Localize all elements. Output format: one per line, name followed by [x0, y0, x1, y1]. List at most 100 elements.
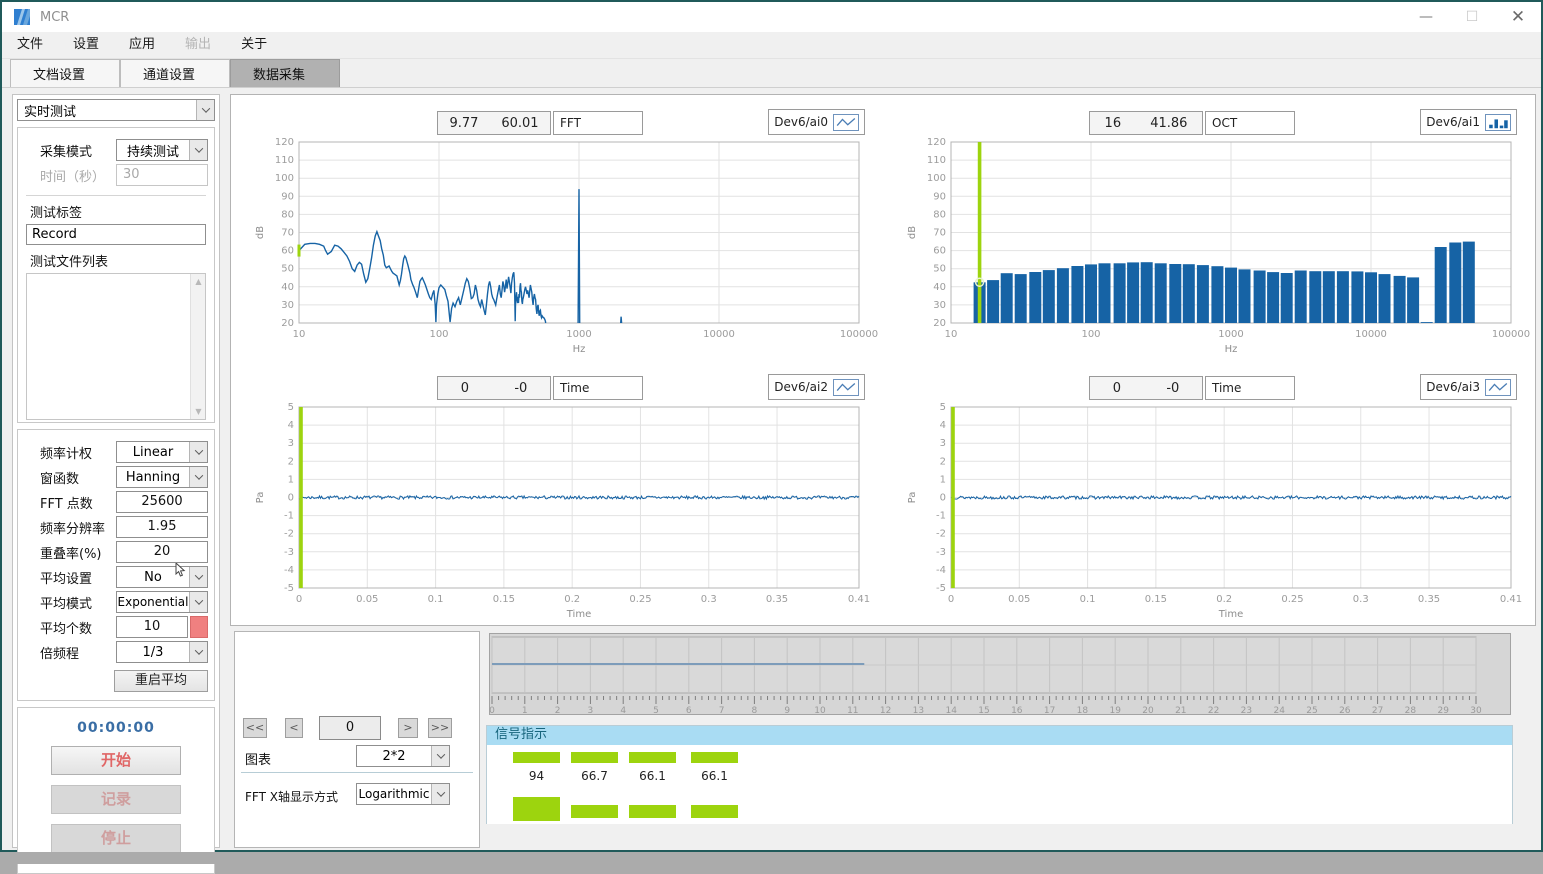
acq-mode-select[interactable]: 持续测试 — [116, 139, 208, 161]
chevron-down-icon[interactable] — [196, 100, 214, 120]
svg-text:0.15: 0.15 — [1145, 594, 1167, 605]
fft-cursor-readout: 9.77 60.01 — [437, 111, 551, 135]
chevron-down-icon[interactable] — [189, 642, 207, 662]
svg-text:100000: 100000 — [1492, 329, 1530, 340]
fft-plot[interactable]: 2030405060708090100110120101001000100001… — [231, 137, 883, 359]
svg-text:Pa: Pa — [907, 492, 918, 504]
page-next-button[interactable]: > — [398, 718, 418, 738]
window-function-select[interactable]: Hanning — [116, 466, 208, 488]
svg-text:16: 16 — [1011, 706, 1023, 716]
timeline-plot: 0123456789101112131415161718192021222324… — [490, 634, 1510, 714]
time3-plot[interactable]: -5-4-3-2-101234500.050.10.150.20.250.30.… — [883, 402, 1535, 624]
fft-chart-type-box[interactable]: FFT — [553, 111, 643, 135]
time2-plot[interactable]: -5-4-3-2-101234500.050.10.150.20.250.30.… — [231, 402, 883, 624]
svg-text:0: 0 — [948, 594, 954, 605]
menu-item-application[interactable]: 应用 — [114, 32, 170, 58]
time2-chart-type-box[interactable]: Time — [553, 376, 643, 400]
chart-layout-select[interactable]: 2*2 — [356, 745, 450, 767]
page-first-button[interactable]: << — [243, 718, 267, 738]
signal-activity-bar — [571, 805, 618, 818]
fft-points-input[interactable]: 25600 — [116, 491, 208, 513]
menu-item-file[interactable]: 文件 — [2, 32, 58, 58]
svg-text:14: 14 — [945, 706, 957, 716]
svg-text:2: 2 — [555, 706, 561, 716]
tab-data-acquisition[interactable]: 数据采集 — [230, 59, 340, 87]
test-mode-select[interactable]: 实时测试 — [17, 99, 215, 121]
freq-resolution-input[interactable]: 1.95 — [116, 516, 208, 538]
menubar: 文件 设置 应用 输出 关于 — [2, 32, 1541, 59]
svg-text:40: 40 — [933, 282, 946, 293]
freq-weighting-select[interactable]: Linear — [116, 441, 208, 463]
average-count-input[interactable]: 10 — [116, 616, 188, 638]
svg-text:0.05: 0.05 — [1008, 594, 1030, 605]
chevron-down-icon[interactable] — [431, 784, 449, 804]
chevron-down-icon[interactable] — [431, 746, 449, 766]
file-list-scrollbar[interactable]: ▲ ▼ — [190, 274, 205, 419]
svg-text:60: 60 — [933, 246, 946, 257]
chevron-down-icon[interactable] — [189, 567, 207, 587]
oct-chart-type-box[interactable]: OCT — [1205, 111, 1295, 135]
oct-plot[interactable]: 2030405060708090100110120101001000100001… — [883, 137, 1535, 359]
svg-text:-3: -3 — [284, 547, 294, 558]
maximize-button[interactable]: ☐ — [1449, 2, 1495, 32]
chevron-down-icon[interactable] — [189, 442, 207, 462]
svg-text:Time: Time — [566, 609, 591, 620]
menu-item-about[interactable]: 关于 — [226, 32, 282, 58]
tab-channel-settings[interactable]: 通道设置 — [120, 59, 230, 87]
time2-cursor-readout: 0 -0 — [437, 376, 551, 400]
overlap-input[interactable]: 20 — [116, 541, 208, 563]
tab-document-settings[interactable]: 文档设置 — [10, 59, 120, 87]
window-function-label: 窗函数 — [24, 468, 116, 487]
line-chart-icon — [833, 114, 859, 131]
chevron-down-icon[interactable] — [189, 467, 207, 487]
svg-text:5: 5 — [288, 402, 294, 413]
page-last-button[interactable]: >> — [428, 718, 452, 738]
close-button[interactable]: ✕ — [1495, 2, 1541, 32]
svg-text:20: 20 — [1142, 706, 1154, 716]
svg-text:4: 4 — [288, 420, 294, 431]
svg-text:30: 30 — [281, 300, 294, 311]
signal-activity-bar — [629, 805, 676, 818]
test-label-caption: 测试标签 — [24, 202, 208, 221]
octave-label: 倍频程 — [24, 643, 116, 662]
start-button[interactable]: 开始 — [51, 746, 181, 775]
svg-text:0.1: 0.1 — [1080, 594, 1096, 605]
svg-text:80: 80 — [933, 209, 946, 220]
page-prev-button[interactable]: < — [285, 718, 303, 738]
svg-text:0: 0 — [489, 706, 495, 716]
alert-flag — [190, 616, 208, 638]
scroll-up-icon[interactable]: ▲ — [191, 274, 206, 289]
average-mode-select[interactable]: Exponential — [116, 591, 208, 613]
svg-text:40: 40 — [281, 282, 294, 293]
svg-text:100: 100 — [429, 329, 448, 340]
svg-text:20: 20 — [933, 318, 946, 329]
time3-channel-box[interactable]: Dev6/ai3 — [1420, 374, 1517, 400]
test-file-list[interactable]: ▲ ▼ — [26, 273, 206, 420]
duration-label: 时间（秒） — [24, 166, 116, 185]
fft-xaxis-select[interactable]: Logarithmic — [356, 783, 450, 805]
oct-channel-box[interactable]: Dev6/ai1 — [1420, 109, 1517, 135]
svg-text:50: 50 — [933, 264, 946, 275]
fft-points-label: FFT 点数 — [24, 493, 116, 512]
time3-chart-type-box[interactable]: Time — [1205, 376, 1295, 400]
time2-channel-box[interactable]: Dev6/ai2 — [768, 374, 865, 400]
svg-text:0.35: 0.35 — [1418, 594, 1440, 605]
chart-layout-label: 图表 — [245, 749, 271, 768]
record-timeline[interactable]: 0123456789101112131415161718192021222324… — [489, 633, 1511, 715]
octave-select[interactable]: 1/3 — [116, 641, 208, 663]
page-number-box[interactable]: 0 — [319, 716, 381, 740]
chevron-down-icon[interactable] — [189, 592, 207, 612]
average-setting-label: 平均设置 — [24, 568, 116, 587]
average-setting-select[interactable]: No — [116, 566, 208, 588]
restart-average-button[interactable]: 重启平均 — [114, 670, 208, 692]
fft-channel-box[interactable]: Dev6/ai0 — [768, 109, 865, 135]
chevron-down-icon[interactable] — [189, 140, 207, 160]
record-button: 记录 — [51, 785, 181, 814]
minimize-button[interactable]: — — [1403, 2, 1449, 32]
svg-text:19: 19 — [1109, 706, 1121, 716]
test-label-input[interactable]: Record — [26, 224, 206, 245]
menu-item-settings[interactable]: 设置 — [58, 32, 114, 58]
bar-chart-icon — [1485, 114, 1511, 131]
svg-text:1000: 1000 — [1218, 329, 1243, 340]
scroll-down-icon[interactable]: ▼ — [191, 404, 206, 419]
